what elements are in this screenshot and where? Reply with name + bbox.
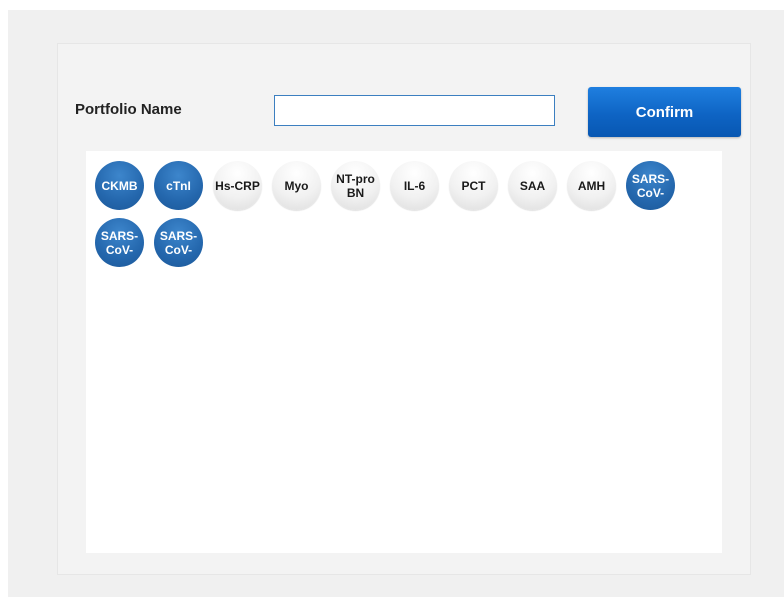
confirm-button[interactable]: Confirm [588, 87, 741, 137]
test-item-chip[interactable]: AMH [567, 161, 616, 210]
test-item-chip[interactable]: SARS-CoV- [626, 161, 675, 210]
test-items-area: CKMB cTnI Hs-CRP Myo NT-proBN IL-6 PCT SAA AMH SA… [86, 151, 722, 553]
portfolio-name-label: Portfolio Name [75, 101, 182, 118]
test-item-chip[interactable]: IL-6 [390, 161, 439, 210]
test-item-chip[interactable]: Myo [272, 161, 321, 210]
test-item-chip[interactable]: SARS-CoV- [154, 218, 203, 267]
test-item-chip[interactable]: SARS-CoV- [95, 218, 144, 267]
test-item-chip[interactable]: PCT [449, 161, 498, 210]
test-item-chips: CKMB cTnI Hs-CRP Myo NT-proBN IL-6 PCT SAA AMH SA… [95, 161, 715, 267]
test-item-chip[interactable]: SAA [508, 161, 557, 210]
test-item-chip[interactable]: NT-proBN [331, 161, 380, 210]
test-item-chip[interactable]: Hs-CRP [213, 161, 262, 210]
portfolio-name-input[interactable] [274, 95, 555, 126]
test-item-chip[interactable]: cTnI [154, 161, 203, 210]
test-item-chip[interactable]: CKMB [95, 161, 144, 210]
